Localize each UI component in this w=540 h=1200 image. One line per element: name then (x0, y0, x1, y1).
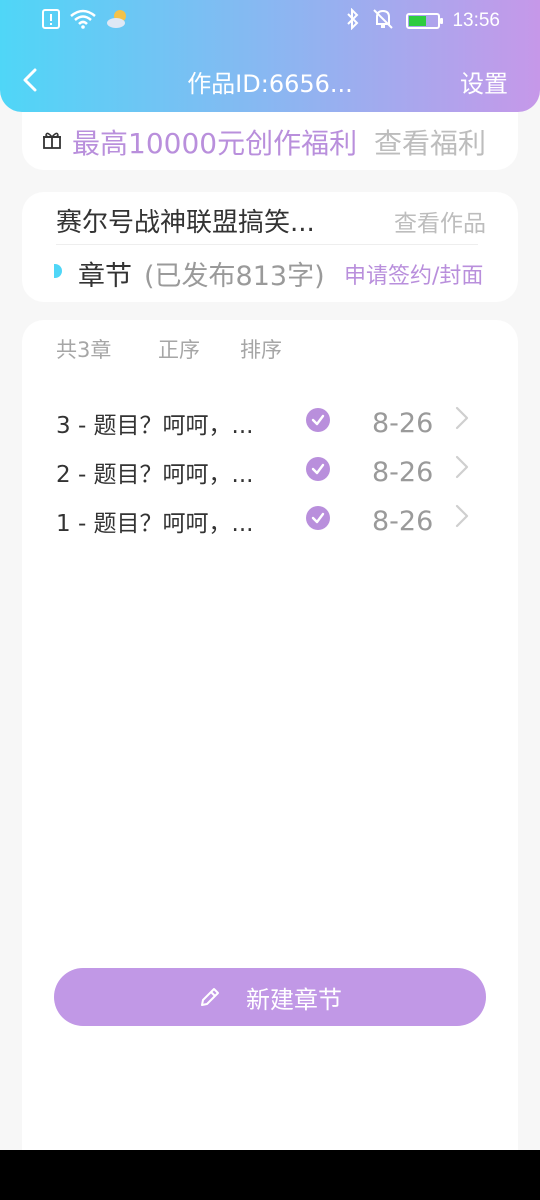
page-title: 作品ID:6656... (187, 70, 353, 98)
chapter-row[interactable]: 3 - 题目？呵呵，... 8-26 (22, 400, 518, 444)
published-count: (已发布813字) (144, 261, 325, 292)
new-chapter-button[interactable]: 新建章节 (54, 968, 486, 1026)
chevron-right-icon (454, 404, 470, 436)
chapter-row[interactable]: 2 - 题目？呵呵，... 8-26 (22, 449, 518, 493)
list-header: 共3章 正序 排序 (56, 334, 282, 364)
chapter-marker (54, 264, 62, 278)
gift-icon (42, 130, 62, 154)
order-toggle[interactable]: 正序 (158, 334, 240, 364)
back-arrow-icon (23, 68, 37, 92)
chevron-right-icon (454, 453, 470, 485)
new-chapter-label: 新建章节 (246, 985, 342, 1014)
divider (56, 244, 478, 245)
chapter-date: 8-26 (372, 457, 434, 488)
chapter-row[interactable]: 1 - 题目？呵呵，... 8-26 (22, 498, 518, 542)
weather-icon (106, 8, 130, 34)
battery-icon (406, 13, 444, 29)
header: 13:56 作品ID:6656... 设置 (0, 0, 540, 112)
settings-button[interactable]: 设置 (460, 64, 508, 99)
benefit-text: 最高10000元创作福利 (72, 127, 358, 160)
bluetooth-icon (346, 7, 360, 34)
published-check-icon (306, 457, 330, 481)
work-title: 赛尔号战神联盟搞笑... (56, 208, 315, 238)
chapter-date: 8-26 (372, 506, 434, 537)
back-button[interactable] (16, 62, 44, 98)
pencil-icon (198, 985, 222, 1009)
chapter-title: 3 - 题目？呵呵，... (56, 413, 254, 439)
apply-sign-cover-link[interactable]: 申请签约/封面 (344, 258, 483, 290)
mute-icon (372, 8, 394, 34)
published-check-icon (306, 506, 330, 530)
view-work-link[interactable]: 查看作品 (394, 204, 486, 238)
status-bar: 13:56 (0, 0, 540, 40)
alert-icon (42, 9, 60, 33)
status-time: 13:56 (452, 10, 500, 31)
system-nav-bar (0, 1150, 540, 1200)
chapter-count: 共3章 (56, 338, 112, 362)
work-card: 赛尔号战神联盟搞笑... 查看作品 章节 (已发布813字) 申请签约/封面 (22, 192, 518, 302)
chapter-title: 1 - 题目？呵呵，... (56, 511, 254, 537)
chevron-right-icon (454, 502, 470, 534)
chapter-label: 章节 (78, 261, 132, 292)
benefit-banner[interactable]: 最高10000元创作福利 查看福利 (22, 112, 518, 170)
published-check-icon (306, 408, 330, 432)
wifi-icon (70, 9, 96, 33)
chapter-title: 2 - 题目？呵呵，... (56, 462, 254, 488)
sort-button[interactable]: 排序 (240, 334, 282, 364)
chapter-date: 8-26 (372, 408, 434, 439)
view-benefit-link[interactable]: 查看福利 (374, 122, 486, 162)
nav-bar: 作品ID:6656... 设置 (0, 54, 540, 110)
